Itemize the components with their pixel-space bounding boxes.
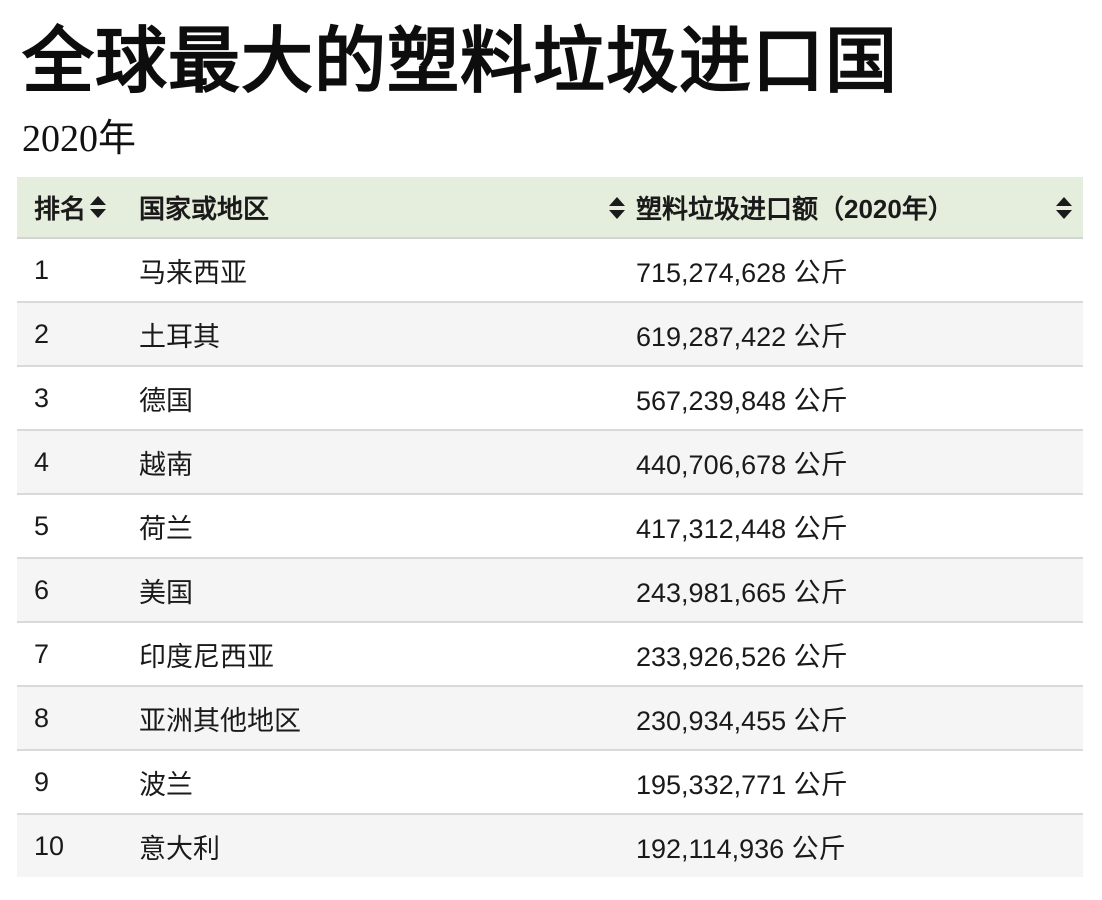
rank-cell: 4 <box>34 446 50 477</box>
country-cell: 美国 <box>139 577 193 608</box>
amount-cell: 195,332,771 公斤 <box>636 769 848 800</box>
amount-cell: 192,114,936 公斤 <box>636 833 846 864</box>
amount-cell: 230,934,455 公斤 <box>636 705 848 736</box>
page-title: 全球最大的塑料垃圾进口国 <box>22 18 899 103</box>
table-row: 9 波兰 195,332,771 公斤 <box>17 751 1083 815</box>
country-cell: 意大利 <box>139 833 220 864</box>
country-cell: 亚洲其他地区 <box>139 705 301 736</box>
rank-cell: 5 <box>34 510 50 541</box>
country-cell: 荷兰 <box>139 513 193 544</box>
country-cell: 波兰 <box>139 769 193 800</box>
table-row: 7 印度尼西亚 233,926,526 公斤 <box>17 623 1083 687</box>
rank-cell: 2 <box>34 318 50 349</box>
table-header: 排名 国家或地区 塑料垃圾进口额（2020年） <box>17 177 1083 239</box>
amount-cell: 233,926,526 公斤 <box>636 641 848 672</box>
ranking-table: 排名 国家或地区 塑料垃圾进口额（2020年） 1 马来西亚 715,274,6… <box>17 177 1083 877</box>
rank-cell: 10 <box>34 830 65 861</box>
amount-cell: 243,981,665 公斤 <box>636 577 848 608</box>
column-header-amount-label: 塑料垃圾进口额（2020年） <box>636 193 954 224</box>
column-header-country[interactable]: 国家或地区 <box>139 177 636 237</box>
sort-up-down-icon[interactable] <box>89 194 107 220</box>
country-cell: 土耳其 <box>139 321 220 352</box>
sort-up-down-icon[interactable] <box>608 195 626 221</box>
page-subtitle: 2020年 <box>22 118 137 160</box>
country-cell: 越南 <box>139 449 193 480</box>
rank-cell: 7 <box>34 638 50 669</box>
country-cell: 印度尼西亚 <box>139 641 274 672</box>
table-row: 6 美国 243,981,665 公斤 <box>17 559 1083 623</box>
amount-cell: 567,239,848 公斤 <box>636 385 848 416</box>
column-header-country-label: 国家或地区 <box>139 193 270 224</box>
table-row: 1 马来西亚 715,274,628 公斤 <box>17 239 1083 303</box>
column-header-rank[interactable]: 排名 <box>17 177 139 237</box>
rank-cell: 6 <box>34 574 50 605</box>
amount-cell: 440,706,678 公斤 <box>636 449 848 480</box>
country-cell: 马来西亚 <box>139 257 247 288</box>
sort-up-down-icon[interactable] <box>1055 195 1073 221</box>
rank-cell: 1 <box>34 254 50 285</box>
table-row: 10 意大利 192,114,936 公斤 <box>17 815 1083 877</box>
table-row: 2 土耳其 619,287,422 公斤 <box>17 303 1083 367</box>
table-row: 8 亚洲其他地区 230,934,455 公斤 <box>17 687 1083 751</box>
column-header-amount[interactable]: 塑料垃圾进口额（2020年） <box>636 177 1083 237</box>
rank-cell: 3 <box>34 382 50 413</box>
table-row: 5 荷兰 417,312,448 公斤 <box>17 495 1083 559</box>
table-row: 3 德国 567,239,848 公斤 <box>17 367 1083 431</box>
table-body: 1 马来西亚 715,274,628 公斤 2 土耳其 619,287,422 … <box>17 239 1083 877</box>
column-header-rank-label: 排名 <box>34 193 87 224</box>
country-cell: 德国 <box>139 385 193 416</box>
amount-cell: 417,312,448 公斤 <box>636 513 848 544</box>
amount-cell: 619,287,422 公斤 <box>636 321 848 352</box>
rank-cell: 9 <box>34 766 50 797</box>
amount-cell: 715,274,628 公斤 <box>636 257 848 288</box>
table-row: 4 越南 440,706,678 公斤 <box>17 431 1083 495</box>
rank-cell: 8 <box>34 702 50 733</box>
